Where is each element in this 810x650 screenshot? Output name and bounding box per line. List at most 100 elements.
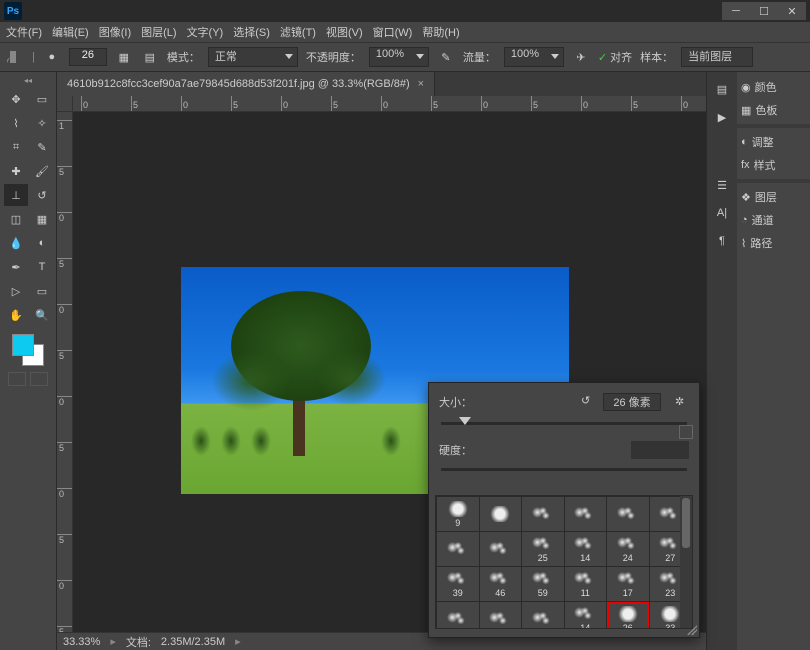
hardness-input[interactable]	[631, 441, 689, 459]
brush-preset[interactable]: 26	[607, 602, 649, 629]
menu-file[interactable]: 文件(F)	[6, 24, 42, 40]
brush-preset[interactable]: 39	[437, 567, 479, 601]
brush-preset[interactable]: 24	[607, 532, 649, 566]
brush-size-slider[interactable]	[441, 417, 687, 431]
brush-settings-icon[interactable]: ▤	[141, 48, 159, 66]
brush-size-field[interactable]: 26	[69, 48, 107, 66]
hardness-slider[interactable]	[441, 463, 687, 477]
brush-size-input[interactable]: 26 像素	[603, 393, 661, 411]
menu-select[interactable]: 选择(S)	[233, 24, 270, 40]
magic-wand-tool[interactable]: ✧	[30, 112, 54, 134]
hand-tool[interactable]: ✋	[4, 304, 28, 326]
flow-field[interactable]: 100%	[504, 47, 564, 67]
opacity-label: 不透明度：	[306, 49, 361, 65]
history-brush-tool[interactable]: ↺	[30, 184, 54, 206]
brush-tip-icon[interactable]: ●	[43, 48, 61, 66]
tool-preset-icon[interactable]	[6, 48, 24, 66]
document-tab[interactable]: 4610b912c8fcc3cef90a7ae79845d688d53f201f…	[57, 72, 435, 96]
brush-preset[interactable]	[565, 497, 607, 531]
eraser-tool[interactable]: ◫	[4, 208, 28, 230]
eyedropper-tool[interactable]: ✎	[30, 136, 54, 158]
toolbox-collapse[interactable]: ◂◂	[2, 76, 54, 86]
color-swatch[interactable]	[12, 334, 44, 366]
new-preset-icon[interactable]	[679, 425, 693, 439]
reset-icon[interactable]: ↺	[581, 394, 597, 410]
aligned-checkbox[interactable]: ✓对齐	[598, 49, 632, 65]
menu-image[interactable]: 图像(I)	[99, 24, 131, 40]
blur-tool[interactable]: 💧	[4, 232, 28, 254]
opacity-field[interactable]: 100%	[369, 47, 429, 67]
panel-adjustments[interactable]: ◐ 调整	[737, 131, 810, 153]
zoom-tool[interactable]: 🔍	[30, 304, 54, 326]
paragraph-panel-icon[interactable]: ¶	[713, 232, 731, 250]
menu-filter[interactable]: 滤镜(T)	[280, 24, 316, 40]
brush-preset[interactable]: 11	[565, 567, 607, 601]
fg-color[interactable]	[12, 334, 34, 356]
brush-preset[interactable]	[607, 497, 649, 531]
gradient-tool[interactable]: ▦	[30, 208, 54, 230]
lasso-tool[interactable]: ⌇	[4, 112, 28, 134]
menu-window[interactable]: 窗口(W)	[373, 24, 413, 40]
minimize-button[interactable]: ─	[722, 2, 750, 20]
slider-thumb[interactable]	[459, 417, 471, 425]
chevron-down-icon	[416, 54, 424, 59]
brush-preset[interactable]: 25	[522, 532, 564, 566]
panel-color[interactable]: ◉ 颜色	[737, 76, 810, 98]
scrollbar-thumb[interactable]	[682, 498, 690, 548]
ruler-horizontal[interactable]: 0505050505050	[73, 96, 706, 112]
character-panel-icon[interactable]: A|	[713, 204, 731, 222]
tab-title: 4610b912c8fcc3cef90a7ae79845d688d53f201f…	[67, 78, 410, 90]
maximize-button[interactable]: ☐	[750, 2, 778, 20]
airbrush-icon[interactable]: ✈	[572, 48, 590, 66]
brush-preset[interactable]: 14	[565, 602, 607, 629]
actions-panel-icon[interactable]: ▶	[713, 108, 731, 126]
brush-preset[interactable]	[480, 497, 522, 531]
menu-type[interactable]: 文字(Y)	[187, 24, 224, 40]
type-tool[interactable]: T	[30, 256, 54, 278]
dodge-tool[interactable]: ◐	[30, 232, 54, 254]
brush-preset[interactable]: 9	[437, 497, 479, 531]
pressure-opacity-icon[interactable]: ✎	[437, 48, 455, 66]
resize-handle[interactable]	[687, 625, 697, 635]
move-tool[interactable]: ✥	[4, 88, 28, 110]
panel-swatches[interactable]: ▦ 色板	[737, 99, 810, 121]
screen-mode[interactable]	[2, 372, 54, 386]
ruler-vertical[interactable]: 150505050505	[57, 112, 73, 632]
brush-preset[interactable]: 59	[522, 567, 564, 601]
brush-preset[interactable]	[437, 602, 479, 629]
menu-help[interactable]: 帮助(H)	[422, 24, 459, 40]
menu-view[interactable]: 视图(V)	[326, 24, 363, 40]
panel-layers[interactable]: ❖ 图层	[737, 186, 810, 208]
menu-layer[interactable]: 图层(L)	[141, 24, 176, 40]
history-panel-icon[interactable]: ▤	[713, 80, 731, 98]
shape-tool[interactable]: ▭	[30, 280, 54, 302]
close-button[interactable]: ✕	[778, 2, 806, 20]
panel-channels[interactable]: ◔ 通道	[737, 209, 810, 231]
zoom-level[interactable]: 33.33%	[63, 636, 100, 648]
brush-panel-icon[interactable]: ▦	[115, 48, 133, 66]
path-select-tool[interactable]: ▷	[4, 280, 28, 302]
sample-select[interactable]: 当前图层	[681, 47, 753, 67]
brush-preset[interactable]: 46	[480, 567, 522, 601]
brush-preset[interactable]	[480, 602, 522, 629]
tab-close-icon[interactable]: ×	[418, 78, 424, 90]
brush-preset[interactable]: 14	[565, 532, 607, 566]
gear-icon[interactable]: ✲	[675, 395, 689, 409]
brush-preset[interactable]	[522, 602, 564, 629]
brush-preset[interactable]	[522, 497, 564, 531]
brush-preset[interactable]	[480, 532, 522, 566]
marquee-tool[interactable]: ▭	[30, 88, 54, 110]
brush-preset[interactable]	[437, 532, 479, 566]
scrollbar[interactable]	[680, 496, 692, 628]
panel-paths[interactable]: ⌇ 路径	[737, 232, 810, 254]
panel-styles[interactable]: fx 样式	[737, 154, 810, 176]
healing-tool[interactable]: ✚	[4, 160, 28, 182]
brush-tool[interactable]: 🖌	[30, 160, 54, 182]
pen-tool[interactable]: ✒	[4, 256, 28, 278]
brush-preset[interactable]: 17	[607, 567, 649, 601]
stamp-tool[interactable]: ⊥	[4, 184, 28, 206]
crop-tool[interactable]: ⌗	[4, 136, 28, 158]
properties-panel-icon[interactable]: ☰	[713, 176, 731, 194]
menu-edit[interactable]: 编辑(E)	[52, 24, 89, 40]
blend-mode-select[interactable]: 正常	[208, 47, 298, 67]
